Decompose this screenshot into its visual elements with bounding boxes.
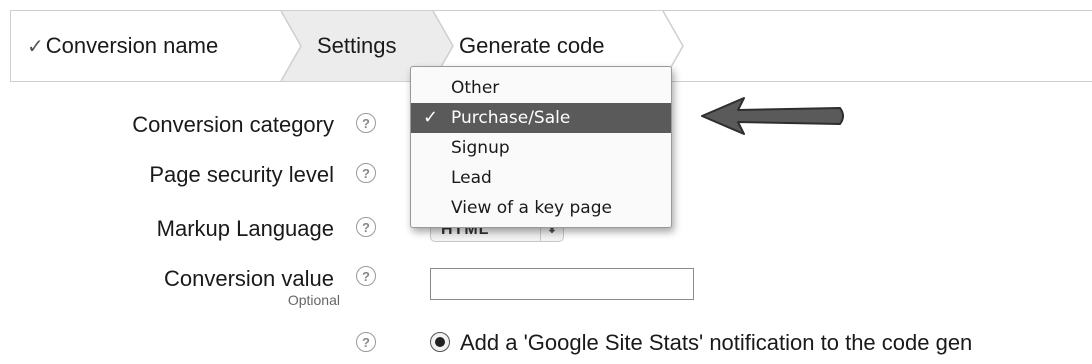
dropdown-option-label: View of a key page <box>451 198 612 218</box>
dropdown-option-label: Other <box>451 78 500 98</box>
dropdown-option-purchase-sale[interactable]: ✓ Purchase/Sale <box>411 103 671 133</box>
dropdown-option-label: Signup <box>451 138 510 158</box>
conversion-value-label: Conversion value <box>164 266 334 291</box>
markup-language-label: Markup Language <box>156 216 334 241</box>
conversion-value-input[interactable] <box>430 268 694 300</box>
dropdown-option-label: Purchase/Sale <box>451 108 571 128</box>
dropdown-option-lead[interactable]: Lead <box>411 163 671 193</box>
conversion-value-hint: Optional <box>287 292 340 308</box>
step-settings[interactable]: Settings <box>317 11 397 81</box>
step-generate-code-label: Generate code <box>459 33 605 58</box>
dropdown-option-label: Lead <box>451 168 492 188</box>
conversion-category-dropdown[interactable]: Other ✓ Purchase/Sale Signup Lead View o… <box>410 66 672 228</box>
conversion-category-label: Conversion category <box>132 112 334 137</box>
page-security-label: Page security level <box>149 162 334 187</box>
help-icon[interactable]: ? <box>356 266 376 286</box>
dropdown-option-view-key-page[interactable]: View of a key page <box>411 193 671 223</box>
step-conversion-name[interactable]: ✓ Conversion name <box>27 11 218 81</box>
help-icon[interactable]: ? <box>356 163 376 183</box>
arrow-left-icon <box>701 97 844 135</box>
step-settings-label: Settings <box>317 33 397 58</box>
step-conversion-name-label: Conversion name <box>45 33 219 58</box>
dropdown-option-other[interactable]: Other <box>411 73 671 103</box>
help-icon[interactable]: ? <box>356 217 376 237</box>
help-icon[interactable]: ? <box>356 332 376 352</box>
site-stats-radio[interactable] <box>430 332 450 352</box>
dropdown-option-signup[interactable]: Signup <box>411 133 671 163</box>
check-icon: ✓ <box>27 35 44 58</box>
check-icon: ✓ <box>423 107 439 128</box>
help-icon[interactable]: ? <box>356 113 376 133</box>
site-stats-label: Add a 'Google Site Stats' notification t… <box>460 330 973 355</box>
